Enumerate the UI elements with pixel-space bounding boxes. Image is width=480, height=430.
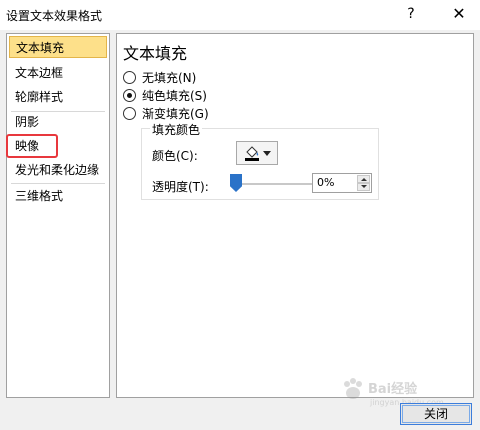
radio-button[interactable] (123, 106, 136, 120)
sidebar-divider (11, 183, 105, 184)
transparency-slider-thumb[interactable] (230, 174, 242, 192)
transparency-slider-track[interactable] (230, 183, 314, 185)
radio-label: 纯色填充(S) (142, 88, 207, 103)
close-window-button[interactable]: ✕ (446, 2, 472, 26)
radio-button[interactable] (123, 70, 136, 84)
panel-title: 文本填充 (123, 44, 188, 63)
color-picker-button[interactable] (236, 141, 278, 165)
spin-down-button[interactable] (357, 183, 370, 191)
annotation-highlight-box (6, 134, 58, 158)
fill-color-group: 填充颜色 颜色(C): 透明度(T): 0% (141, 121, 379, 200)
radio-gradient-fill[interactable]: 渐变填充(G) (123, 104, 209, 122)
radio-solid-fill[interactable]: 纯色填充(S) (123, 86, 207, 104)
sidebar-item-3d-format[interactable]: 三维格式 (9, 185, 107, 207)
sidebar-item-outline-style[interactable]: 轮廓样式 (9, 86, 107, 108)
help-button[interactable]: ? (398, 2, 424, 26)
radio-label: 无填充(N) (142, 70, 197, 85)
close-dialog-button[interactable]: 关闭 (400, 403, 472, 425)
radio-label: 渐变填充(G) (142, 106, 209, 121)
color-label: 颜色(C): (152, 149, 198, 163)
group-title: 填充颜色 (150, 121, 203, 138)
transparency-value[interactable]: 0% (317, 176, 334, 189)
close-button-label: 关闭 (423, 407, 448, 421)
text-fill-panel: 文本填充 无填充(N) 纯色填充(S) 渐变填充(G) 填充颜色 颜色(C): … (116, 33, 474, 398)
sidebar-item-shadow[interactable]: 阴影 (9, 111, 107, 133)
spin-up-button[interactable] (357, 175, 370, 183)
paint-bucket-icon (244, 145, 260, 161)
title-bar: 设置文本效果格式 ? ✕ (0, 0, 480, 30)
sidebar-item-text-border[interactable]: 文本边框 (9, 62, 107, 84)
category-sidebar: 文本填充 文本边框 轮廓样式 阴影 映像 发光和柔化边缘 三维格式 (6, 33, 110, 398)
radio-no-fill[interactable]: 无填充(N) (123, 68, 196, 86)
transparency-label: 透明度(T): (152, 180, 209, 194)
sidebar-item-text-fill[interactable]: 文本填充 (9, 36, 107, 58)
radio-button-checked[interactable] (123, 88, 136, 102)
sidebar-item-glow-soft-edges[interactable]: 发光和柔化边缘 (9, 159, 107, 181)
transparency-spinbox[interactable]: 0% (312, 173, 372, 193)
chevron-down-icon (262, 150, 271, 156)
window-title: 设置文本效果格式 (6, 9, 103, 23)
